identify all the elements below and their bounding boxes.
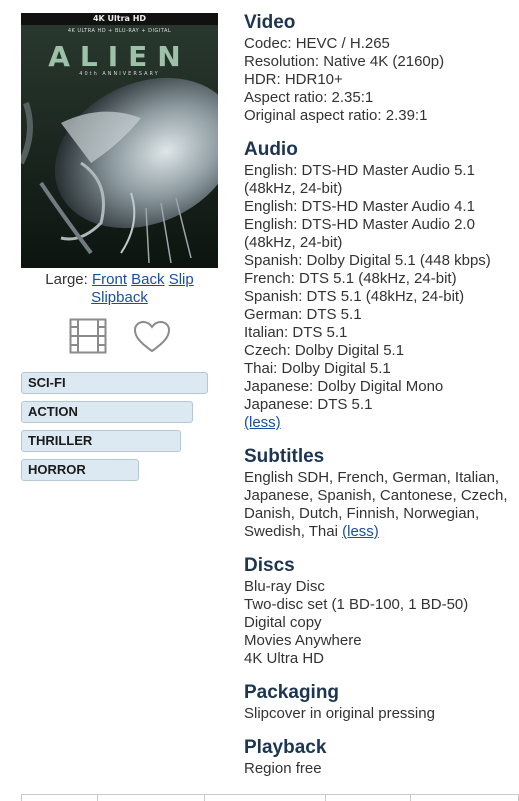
disc-info-line: Blu-ray Disc	[244, 578, 325, 595]
cover-title: ALIEN	[48, 40, 191, 73]
video-spec-line: Resolution: Native 4K (2160p)	[244, 53, 445, 70]
video-spec-line: Codec: HEVC / H.265	[244, 35, 390, 52]
genre-tag-scifi[interactable]: SCI-FI	[21, 372, 208, 394]
genre-tag-thriller[interactable]: THRILLER	[21, 430, 181, 452]
front-image-link[interactable]: Front	[92, 271, 127, 288]
playback-heading: Playback	[244, 737, 327, 758]
disc-info-line: 4K Ultra HD	[244, 650, 325, 667]
genre-tag-horror[interactable]: HORROR	[21, 459, 139, 481]
video-spec-line: Original aspect ratio: 2.39:1	[244, 107, 428, 124]
playback-section: Playback Region free	[244, 737, 514, 778]
audio-track-line: Italian: DTS 5.1	[244, 324, 348, 341]
audio-track-line: English: DTS-HD Master Audio 2.0	[244, 216, 475, 233]
audio-heading: Audio	[244, 139, 298, 160]
cover-tagline: 40th ANNIVERSARY	[79, 71, 160, 77]
cover-format-band: 4K Ultra HD	[21, 13, 218, 25]
subtitles-section: Subtitles English SDH, French, German, I…	[244, 446, 514, 541]
video-spec-line: Aspect ratio: 2.35:1	[244, 89, 374, 106]
slipback-image-link[interactable]: Slipback	[91, 289, 148, 306]
disc-info-line: Two-disc set (1 BD-100, 1 BD-50)	[244, 596, 469, 613]
packaging-info-line: Slipcover in original pressing	[244, 705, 435, 722]
audio-track-line: (48kHz, 24-bit)	[244, 180, 343, 197]
video-section: Video Codec: HEVC / H.265 Resolution: Na…	[244, 12, 514, 125]
audio-track-line: Spanish: Dolby Digital 5.1 (448 kbps)	[244, 252, 491, 269]
audio-track-line: French: DTS 5.1 (48kHz, 24-bit)	[244, 270, 457, 287]
heart-icon[interactable]	[133, 320, 171, 354]
subtitles-text-block: English SDH, French, German, Italian, Ja…	[244, 469, 514, 541]
slip-image-link[interactable]: Slip	[169, 271, 194, 288]
audio-track-line: German: DTS 5.1	[244, 306, 362, 323]
specs-column: Video Codec: HEVC / H.265 Resolution: Na…	[244, 12, 514, 792]
back-image-link[interactable]: Back	[131, 271, 164, 288]
genre-tag-action[interactable]: ACTION	[21, 401, 193, 423]
audio-track-line: Japanese: DTS 5.1	[244, 396, 373, 413]
packaging-heading: Packaging	[244, 682, 340, 703]
image-links: Large: Front Back Slip Slipback	[21, 271, 218, 307]
audio-track-line: English: DTS-HD Master Audio 5.1	[244, 162, 475, 179]
audio-track-line: Czech: Dolby Digital 5.1	[244, 342, 405, 359]
disc-info-line: Movies Anywhere	[244, 632, 362, 649]
audio-track-line: Thai: Dolby Digital 5.1	[244, 360, 391, 377]
subtitles-heading: Subtitles	[244, 446, 325, 467]
audio-track-line: Spanish: DTS 5.1 (48kHz, 24-bit)	[244, 288, 465, 305]
audio-less-link[interactable]: (less)	[244, 414, 281, 431]
discs-heading: Discs	[244, 555, 295, 576]
video-heading: Video	[244, 12, 296, 33]
audio-track-line: Japanese: Dolby Digital Mono	[244, 378, 444, 395]
cover-image[interactable]: 4K Ultra HD 4K ULTRA HD + BLU-RAY + DIGI…	[21, 13, 218, 268]
disc-info-line: Digital copy	[244, 614, 322, 631]
subtitles-less-link[interactable]: (less)	[342, 523, 379, 540]
cover-subtitle: 4K ULTRA HD + BLU-RAY + DIGITAL	[67, 28, 172, 34]
audio-track-line: (48kHz, 24-bit)	[244, 234, 343, 251]
audio-track-line: English: DTS-HD Master Audio 4.1	[244, 198, 475, 215]
discs-section: Discs Blu-ray Disc Two-disc set (1 BD-10…	[244, 555, 514, 668]
image-links-label: Large:	[45, 271, 88, 288]
video-spec-line: HDR: HDR10+	[244, 71, 343, 88]
packaging-section: Packaging Slipcover in original pressing	[244, 682, 514, 723]
film-icon[interactable]	[69, 318, 107, 354]
audio-section: Audio English: DTS-HD Master Audio 5.1 (…	[244, 139, 514, 432]
playback-info-line: Region free	[244, 760, 322, 777]
